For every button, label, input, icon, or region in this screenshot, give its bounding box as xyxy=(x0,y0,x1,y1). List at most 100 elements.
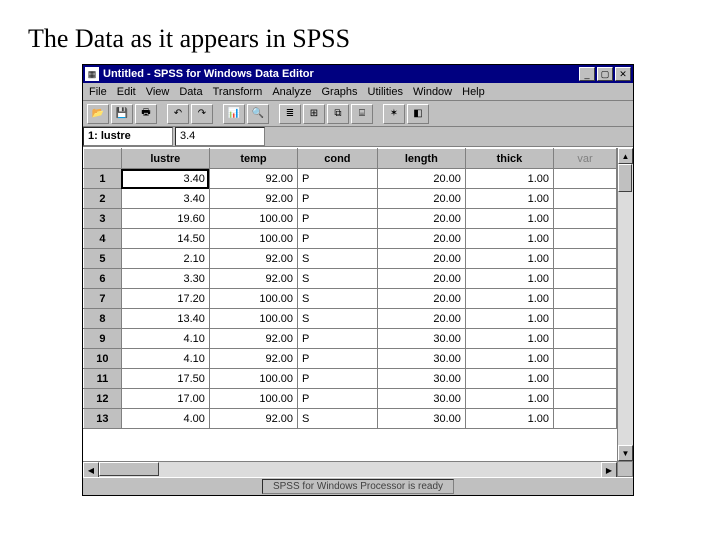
titlebar[interactable]: ▦ Untitled - SPSS for Windows Data Edito… xyxy=(83,65,633,83)
data-cell[interactable]: 20.00 xyxy=(377,309,465,329)
data-cell[interactable] xyxy=(554,289,617,309)
scroll-thumb[interactable] xyxy=(618,164,632,192)
data-cell[interactable]: P xyxy=(298,189,378,209)
redo-icon[interactable]: ↷ xyxy=(191,104,213,124)
data-cell[interactable]: P xyxy=(298,369,378,389)
data-cell[interactable]: 1.00 xyxy=(465,409,553,429)
vertical-scrollbar[interactable]: ▲ ▼ xyxy=(617,148,633,461)
col-header[interactable]: cond xyxy=(298,149,378,169)
undo-icon[interactable]: ↶ xyxy=(167,104,189,124)
data-cell[interactable]: P xyxy=(298,389,378,409)
data-cell[interactable]: 30.00 xyxy=(377,389,465,409)
data-cell[interactable]: 17.00 xyxy=(121,389,209,409)
data-cell[interactable]: 20.00 xyxy=(377,249,465,269)
col-header[interactable]: length xyxy=(377,149,465,169)
data-cell[interactable] xyxy=(554,169,617,189)
row-header[interactable]: 12 xyxy=(84,389,122,409)
data-cell[interactable]: 1.00 xyxy=(465,309,553,329)
data-cell[interactable]: 4.10 xyxy=(121,329,209,349)
data-cell[interactable]: 3.40 xyxy=(121,189,209,209)
app-icon[interactable]: ▦ xyxy=(85,67,99,81)
data-cell[interactable]: P xyxy=(298,329,378,349)
col-header-empty[interactable]: var xyxy=(554,149,617,169)
data-cell[interactable]: 92.00 xyxy=(209,189,297,209)
toolbar-icon[interactable]: ⧉ xyxy=(327,104,349,124)
table-row[interactable]: 52.1092.00S20.001.00 xyxy=(84,249,617,269)
data-cell[interactable]: 1.00 xyxy=(465,349,553,369)
data-cell[interactable]: 1.00 xyxy=(465,389,553,409)
cell-ref-value[interactable]: 3.4 xyxy=(175,127,265,146)
data-cell[interactable]: P xyxy=(298,169,378,189)
menu-graphs[interactable]: Graphs xyxy=(321,86,357,98)
data-cell[interactable]: 4.10 xyxy=(121,349,209,369)
data-cell[interactable]: S xyxy=(298,269,378,289)
scroll-thumb[interactable] xyxy=(99,462,159,476)
table-row[interactable]: 717.20100.00S20.001.00 xyxy=(84,289,617,309)
row-header[interactable]: 5 xyxy=(84,249,122,269)
data-cell[interactable]: 30.00 xyxy=(377,369,465,389)
toolbar-icon[interactable]: ≣ xyxy=(279,104,301,124)
data-cell[interactable]: 17.20 xyxy=(121,289,209,309)
menu-view[interactable]: View xyxy=(146,86,170,98)
data-cell[interactable]: 92.00 xyxy=(209,329,297,349)
maximize-button[interactable]: ▢ xyxy=(597,67,613,81)
table-row[interactable]: 134.0092.00S30.001.00 xyxy=(84,409,617,429)
data-cell[interactable]: S xyxy=(298,309,378,329)
table-row[interactable]: 23.4092.00P20.001.00 xyxy=(84,189,617,209)
data-cell[interactable]: 100.00 xyxy=(209,369,297,389)
toolbar-icon[interactable]: ✶ xyxy=(383,104,405,124)
data-cell[interactable] xyxy=(554,409,617,429)
data-cell[interactable]: 100.00 xyxy=(209,229,297,249)
data-cell[interactable] xyxy=(554,389,617,409)
col-header[interactable]: thick xyxy=(465,149,553,169)
menu-edit[interactable]: Edit xyxy=(117,86,136,98)
data-cell[interactable]: 92.00 xyxy=(209,349,297,369)
row-header[interactable]: 2 xyxy=(84,189,122,209)
data-cell[interactable]: 1.00 xyxy=(465,229,553,249)
data-cell[interactable]: 17.50 xyxy=(121,369,209,389)
data-cell[interactable] xyxy=(554,309,617,329)
data-cell[interactable] xyxy=(554,229,617,249)
data-cell[interactable]: 1.00 xyxy=(465,329,553,349)
row-header[interactable]: 9 xyxy=(84,329,122,349)
table-row[interactable]: 813.40100.00S20.001.00 xyxy=(84,309,617,329)
data-cell[interactable]: 100.00 xyxy=(209,289,297,309)
data-cell[interactable]: 92.00 xyxy=(209,269,297,289)
find-icon[interactable]: 🔍 xyxy=(247,104,269,124)
data-cell[interactable]: 3.40 xyxy=(121,169,209,189)
scroll-right-icon[interactable]: ▶ xyxy=(601,462,617,478)
data-cell[interactable]: 1.00 xyxy=(465,269,553,289)
horizontal-scrollbar[interactable]: ◀ ▶ xyxy=(83,461,617,477)
data-cell[interactable]: 20.00 xyxy=(377,229,465,249)
row-header[interactable]: 10 xyxy=(84,349,122,369)
data-cell[interactable]: 19.60 xyxy=(121,209,209,229)
data-cell[interactable]: 20.00 xyxy=(377,289,465,309)
data-cell[interactable] xyxy=(554,269,617,289)
chart-icon[interactable]: 📊 xyxy=(223,104,245,124)
print-icon[interactable]: 🖶 xyxy=(135,104,157,124)
data-cell[interactable]: 14.50 xyxy=(121,229,209,249)
scroll-left-icon[interactable]: ◀ xyxy=(83,462,99,478)
menu-utilities[interactable]: Utilities xyxy=(368,86,403,98)
data-cell[interactable]: 100.00 xyxy=(209,389,297,409)
toolbar-icon[interactable]: ◧ xyxy=(407,104,429,124)
data-cell[interactable]: S xyxy=(298,289,378,309)
table-row[interactable]: 414.50100.00P20.001.00 xyxy=(84,229,617,249)
toolbar-icon[interactable]: ⊞ xyxy=(303,104,325,124)
row-header[interactable]: 11 xyxy=(84,369,122,389)
data-cell[interactable]: P xyxy=(298,209,378,229)
menu-data[interactable]: Data xyxy=(179,86,202,98)
table-row[interactable]: 1117.50100.00P30.001.00 xyxy=(84,369,617,389)
data-cell[interactable]: 100.00 xyxy=(209,209,297,229)
table-row[interactable]: 104.1092.00P30.001.00 xyxy=(84,349,617,369)
data-cell[interactable]: 1.00 xyxy=(465,369,553,389)
data-cell[interactable]: 1.00 xyxy=(465,209,553,229)
data-cell[interactable]: 100.00 xyxy=(209,309,297,329)
data-cell[interactable]: P xyxy=(298,349,378,369)
menu-window[interactable]: Window xyxy=(413,86,452,98)
data-grid[interactable]: lustre temp cond length thick var 13.409… xyxy=(83,148,617,429)
data-cell[interactable]: 30.00 xyxy=(377,409,465,429)
table-row[interactable]: 13.4092.00P20.001.00 xyxy=(84,169,617,189)
data-cell[interactable]: 20.00 xyxy=(377,189,465,209)
data-cell[interactable]: 1.00 xyxy=(465,289,553,309)
